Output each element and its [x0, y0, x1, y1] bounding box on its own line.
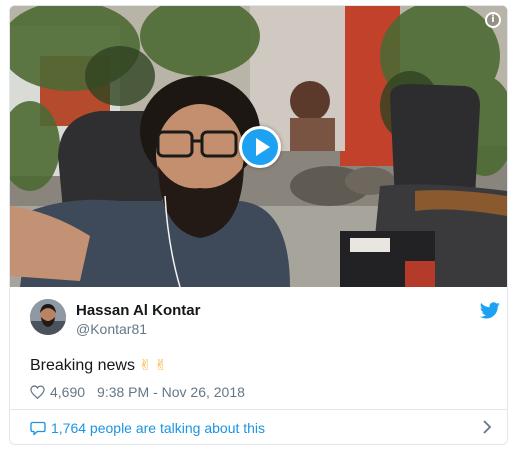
speech-bubble-icon: [30, 421, 46, 435]
tweet-timestamp[interactable]: 9:38 PM - Nov 26, 2018: [97, 384, 245, 400]
avatar-image: [30, 299, 66, 335]
author-name[interactable]: Hassan Al Kontar: [76, 302, 200, 319]
author-handle[interactable]: @Kontar81: [76, 321, 147, 337]
conversation-count-text[interactable]: 1,764 people are talking about this: [51, 420, 265, 436]
twitter-bird-icon[interactable]: [480, 302, 500, 319]
info-icon[interactable]: i: [485, 12, 501, 28]
tweet-text-body: Breaking news: [30, 357, 135, 374]
like-count[interactable]: 4,690: [50, 384, 85, 400]
divider: [10, 409, 507, 410]
tweet-author[interactable]: Hassan Al Kontar @Kontar81: [30, 299, 500, 341]
tweet-embed-card: i Hassan Al Kontar @Kontar81 Breaking ne…: [9, 5, 508, 445]
play-icon[interactable]: [239, 126, 281, 168]
video-player[interactable]: i: [10, 6, 507, 287]
victory-hand-emoji: ✌✌: [138, 356, 171, 374]
chevron-right-icon[interactable]: [482, 420, 492, 434]
heart-icon[interactable]: [30, 385, 45, 399]
avatar[interactable]: [30, 299, 66, 335]
conversation-link[interactable]: 1,764 people are talking about this: [30, 418, 492, 438]
tweet-meta: 4,690 9:38 PM - Nov 26, 2018: [30, 383, 245, 401]
tweet-text: Breaking news ✌✌: [30, 356, 170, 375]
